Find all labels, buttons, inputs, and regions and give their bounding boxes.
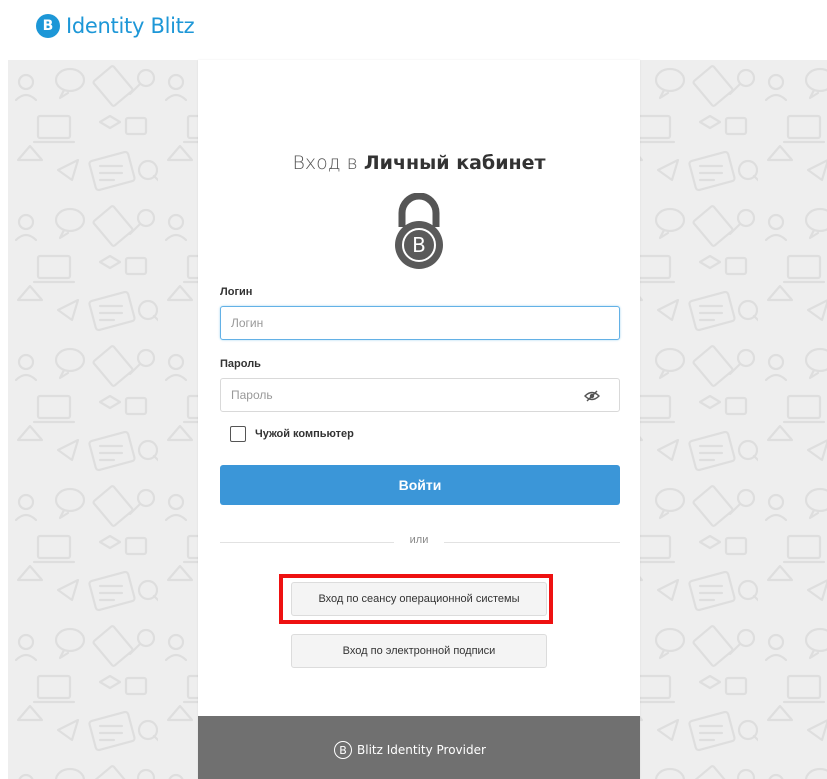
footer-brand: B Blitz Identity Provider <box>334 741 486 759</box>
title-prefix: Вход в <box>292 152 358 174</box>
foreign-computer-checkbox[interactable] <box>230 426 246 442</box>
top-bar: B Identity Blitz <box>0 0 827 60</box>
footer-name: Blitz Identity Provider <box>357 743 486 757</box>
blitz-logo-icon: B <box>36 14 60 38</box>
foreign-computer-label: Чужой компьютер <box>255 428 354 440</box>
padlock-icon: B <box>395 193 443 269</box>
login-button[interactable]: Войти <box>220 465 620 505</box>
brand-name: Identity Blitz <box>66 14 195 38</box>
page-title: Вход в Личный кабинет <box>198 152 640 174</box>
password-label: Пароль <box>220 358 261 370</box>
login-label: Логин <box>220 286 253 298</box>
footer: B Blitz Identity Provider <box>198 716 640 779</box>
login-page: B Identity Blitz Вход в Личный кабинет B… <box>0 0 827 779</box>
password-input[interactable] <box>220 378 620 412</box>
lock-letter: B <box>412 233 426 257</box>
digital-signature-login-button[interactable]: Вход по электронной подписи <box>291 634 547 668</box>
login-input[interactable] <box>220 306 620 340</box>
divider-text: или <box>394 534 444 546</box>
eye-slash-icon[interactable] <box>584 390 600 402</box>
foreign-computer-row[interactable]: Чужой компьютер <box>230 426 354 442</box>
blitz-logo-icon: B <box>334 741 352 759</box>
login-panel: Вход в Личный кабинет B Логин Пароль Чуж… <box>198 60 640 779</box>
brand-link[interactable]: B Identity Blitz <box>36 14 195 38</box>
os-session-login-button[interactable]: Вход по сеансу операционной системы <box>291 582 547 616</box>
title-bold: Личный кабинет <box>363 152 546 174</box>
